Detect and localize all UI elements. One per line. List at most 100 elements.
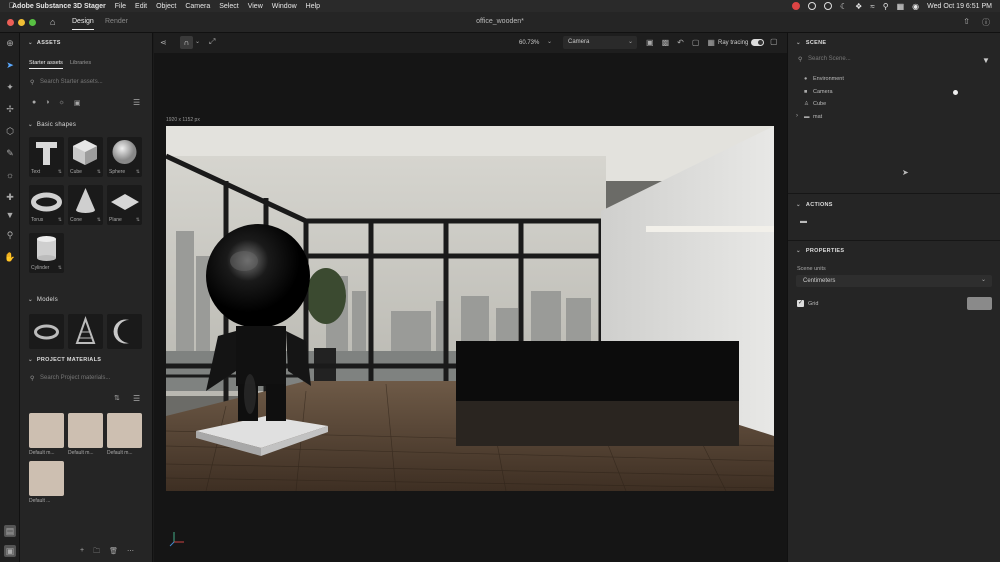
control-center-icon[interactable]: ▦ xyxy=(897,2,905,11)
scene-header[interactable]: ⌄ SCENE xyxy=(796,40,826,46)
list-view-icon[interactable]: ☰ xyxy=(133,394,140,403)
assets-search-input[interactable]: ⚲ Search Starter assets... xyxy=(28,79,146,89)
material-item[interactable]: Default m... xyxy=(29,413,64,459)
undo-camera-icon[interactable]: ↶ xyxy=(677,38,684,47)
add-material-icon[interactable]: + xyxy=(80,547,84,558)
viewport[interactable]: ⋖ ∩ ⌄ ⤢ 60.73% ⌄ Camera ⌄ ▣ ▩ ↶ ▢ ▦ Ray … xyxy=(154,33,787,562)
material-item[interactable]: Default m... xyxy=(107,413,142,459)
model-tree[interactable] xyxy=(68,314,103,349)
app-menu[interactable]: Adobe Substance 3D Stager xyxy=(12,3,106,10)
help-icon[interactable]: ⓘ xyxy=(982,17,990,28)
sort-icon[interactable]: ⇅ xyxy=(114,394,120,402)
scene-item-camera[interactable]: ■ Camera xyxy=(804,89,833,95)
add-camera-icon[interactable]: ▩ xyxy=(662,38,670,47)
actions-header[interactable]: ⌄ ACTIONS xyxy=(796,202,833,208)
apple-icon[interactable]:  xyxy=(9,1,15,10)
properties-header[interactable]: ⌄ PROPERTIES xyxy=(796,248,844,254)
shape-torus[interactable]: Torus ⇅ xyxy=(29,185,64,225)
menu-select[interactable]: Select xyxy=(219,3,238,10)
material-item[interactable]: Default ... xyxy=(29,461,64,507)
assets-panel-icon[interactable]: ▤ xyxy=(4,525,16,537)
record-icon[interactable] xyxy=(792,2,800,10)
add-icon[interactable]: ⊕ xyxy=(4,37,16,49)
siri-icon[interactable]: ◉ xyxy=(912,2,919,11)
share-icon[interactable]: ⇧ xyxy=(963,17,970,28)
model-ring[interactable] xyxy=(29,314,64,349)
scene-search-input[interactable]: ⚲ Search Scene... xyxy=(796,56,976,66)
shape-plane[interactable]: Plane ⇅ xyxy=(107,185,142,225)
moon-icon[interactable]: ☾ xyxy=(840,2,847,11)
frame-icon[interactable]: ▦ xyxy=(707,38,715,47)
toolbox-icon[interactable]: ▣ xyxy=(4,545,16,557)
magic-wand-icon[interactable]: ✦ xyxy=(4,81,16,93)
light-icon[interactable]: ☼ xyxy=(4,169,16,181)
expand-icon[interactable]: ⤢ xyxy=(209,37,215,47)
screenshot-icon[interactable]: ▢ xyxy=(692,38,700,47)
snap-icon[interactable]: ∩ xyxy=(180,36,193,49)
menu-object[interactable]: Object xyxy=(156,3,176,10)
paint-icon[interactable]: ✎ xyxy=(4,147,16,159)
tree-model-icon xyxy=(75,316,96,344)
scene-units-select[interactable]: Centimeters ⌄ xyxy=(796,275,992,287)
project-materials-header[interactable]: ⌄ PROJECT MATERIALS xyxy=(28,357,101,363)
scene-item-environment[interactable]: ● Environment xyxy=(804,76,844,82)
ray-tracing-toggle[interactable] xyxy=(751,39,764,46)
scene-item-cube[interactable]: ♙ Cube xyxy=(804,101,826,107)
zoom-level[interactable]: 60.73% xyxy=(519,40,539,46)
cube-tool-icon[interactable]: ⬡ xyxy=(4,125,16,137)
grid-checkbox[interactable]: ✓ xyxy=(797,300,804,307)
menu-help[interactable]: Help xyxy=(306,3,320,10)
menu-camera[interactable]: Camera xyxy=(185,3,210,10)
chevron-right-icon[interactable]: › xyxy=(796,113,798,119)
images-filter-icon[interactable]: ▣ xyxy=(74,99,81,107)
materials-filter-icon[interactable]: ◑ xyxy=(45,99,49,107)
trash-icon[interactable]: 🗑 xyxy=(109,547,118,558)
list-view-icon[interactable]: ☰ xyxy=(133,98,140,107)
menu-window[interactable]: Window xyxy=(272,3,297,10)
models-header[interactable]: ⌄ Models xyxy=(28,297,58,303)
material-label: Default ... xyxy=(29,498,51,504)
more-icon[interactable]: ⋯ xyxy=(127,547,134,558)
pin-icon[interactable]: ▼ xyxy=(4,209,16,221)
status-icon[interactable] xyxy=(808,2,816,10)
basic-shapes-header[interactable]: ⌄ Basic shapes xyxy=(28,122,76,128)
shape-text[interactable]: Text ⇅ xyxy=(29,137,64,177)
shape-sphere[interactable]: Sphere ⇅ xyxy=(107,137,142,177)
menu-view[interactable]: View xyxy=(248,3,263,10)
bluetooth-icon[interactable]: ❖ xyxy=(855,2,862,11)
menu-file[interactable]: File xyxy=(115,3,126,10)
move-icon[interactable]: ✚ xyxy=(4,191,16,203)
shapes-filter-icon[interactable]: ● xyxy=(32,99,36,107)
transform-icon[interactable]: ✢ xyxy=(4,103,16,115)
shape-cube[interactable]: Cube ⇅ xyxy=(68,137,103,177)
wifi-icon[interactable]: ≈ xyxy=(870,2,874,11)
camera-select[interactable]: Camera ⌄ xyxy=(563,36,637,49)
folder-icon[interactable]: 🗀 xyxy=(93,547,100,558)
tab-libraries[interactable]: Libraries xyxy=(70,60,91,66)
tab-starter-assets[interactable]: Starter assets xyxy=(29,60,63,69)
select-tool-icon[interactable]: ➤ xyxy=(4,59,16,71)
material-item[interactable]: Default m... xyxy=(68,413,103,459)
folder-icon[interactable]: ▬ xyxy=(800,218,807,225)
shape-cylinder[interactable]: Cylinder ⇅ xyxy=(29,233,64,273)
materials-search-input[interactable]: ⚲ Search Project materials... xyxy=(28,375,146,385)
scene-item-mat[interactable]: ▬ mat xyxy=(804,114,822,120)
grid-color-swatch[interactable] xyxy=(967,297,992,310)
clock[interactable]: Wed Oct 19 6:51 PM xyxy=(927,3,992,10)
chevron-down-icon[interactable]: ⌄ xyxy=(195,38,200,45)
shape-cone[interactable]: Cone ⇅ xyxy=(68,185,103,225)
render-canvas[interactable] xyxy=(166,126,774,491)
search-icon[interactable]: ⚲ xyxy=(883,2,889,11)
chevron-down-icon[interactable]: ⌄ xyxy=(547,38,552,45)
assets-header[interactable]: ⌄ ASSETS xyxy=(28,40,61,46)
lights-filter-icon[interactable]: ☼ xyxy=(58,99,64,107)
share-nodes-icon[interactable]: ⋖ xyxy=(160,38,167,47)
filter-icon[interactable]: ▼ xyxy=(982,56,990,65)
zoom-tool-icon[interactable]: ⚲ xyxy=(4,229,16,241)
model-crescent[interactable] xyxy=(107,314,142,349)
render-preview-icon[interactable]: ▢ xyxy=(770,37,778,46)
hand-tool-icon[interactable]: ✋ xyxy=(4,251,16,263)
camera-view-icon[interactable]: ▣ xyxy=(646,38,654,47)
menu-edit[interactable]: Edit xyxy=(135,3,147,10)
sync-icon[interactable] xyxy=(824,2,832,10)
